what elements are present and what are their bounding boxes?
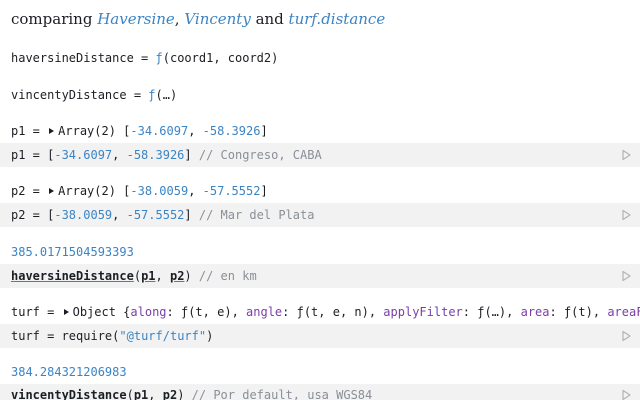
caret-right-icon[interactable] (49, 188, 55, 194)
turf-distance-link[interactable]: turf.distance (289, 10, 386, 28)
vincenty-link[interactable]: Vincenty (184, 10, 250, 28)
cell-output-vincenty-result[interactable]: 384.284321206983 (0, 360, 640, 384)
cell-source-p2[interactable]: p2 = [-38.0059, -57.5552] // Mar del Pla… (0, 203, 640, 227)
cell-output-haversine-def[interactable]: haversineDistance = ƒ(coord1, coord2) (0, 46, 640, 70)
cell-output-turf[interactable]: turf = Object {along: ƒ(t, e), angle: ƒ(… (0, 300, 640, 324)
play-outline-icon[interactable] (620, 149, 632, 161)
haversine-link[interactable]: Haversine (97, 10, 175, 28)
cell-source-p1[interactable]: p1 = [-34.6097, -58.3926] // Congreso, C… (0, 143, 640, 167)
play-outline-icon[interactable] (620, 389, 632, 400)
notebook-title: comparing Haversine, Vincenty and turf.d… (11, 10, 386, 28)
caret-right-icon[interactable] (49, 128, 55, 134)
cell-output-vincenty-def[interactable]: vincentyDistance = ƒ(…) (0, 83, 640, 107)
cell-source-vincenty-call[interactable]: vincentyDistance(p1, p2) // Por default,… (0, 384, 640, 400)
cell-output-p1[interactable]: p1 = Array(2) [-34.6097, -58.3926] (0, 119, 640, 143)
cell-source-turf[interactable]: turf = require("@turf/turf") (0, 324, 640, 348)
play-outline-icon[interactable] (620, 209, 632, 221)
caret-right-icon[interactable] (63, 309, 69, 315)
cell-source-haversine-call[interactable]: haversineDistance(p1, p2) // en km (0, 264, 640, 288)
cell-output-p2[interactable]: p2 = Array(2) [-38.0059, -57.5552] (0, 179, 640, 203)
play-outline-icon[interactable] (620, 330, 632, 342)
play-outline-icon[interactable] (620, 270, 632, 282)
cell-output-haversine-result[interactable]: 385.0171504593393 (0, 240, 640, 264)
